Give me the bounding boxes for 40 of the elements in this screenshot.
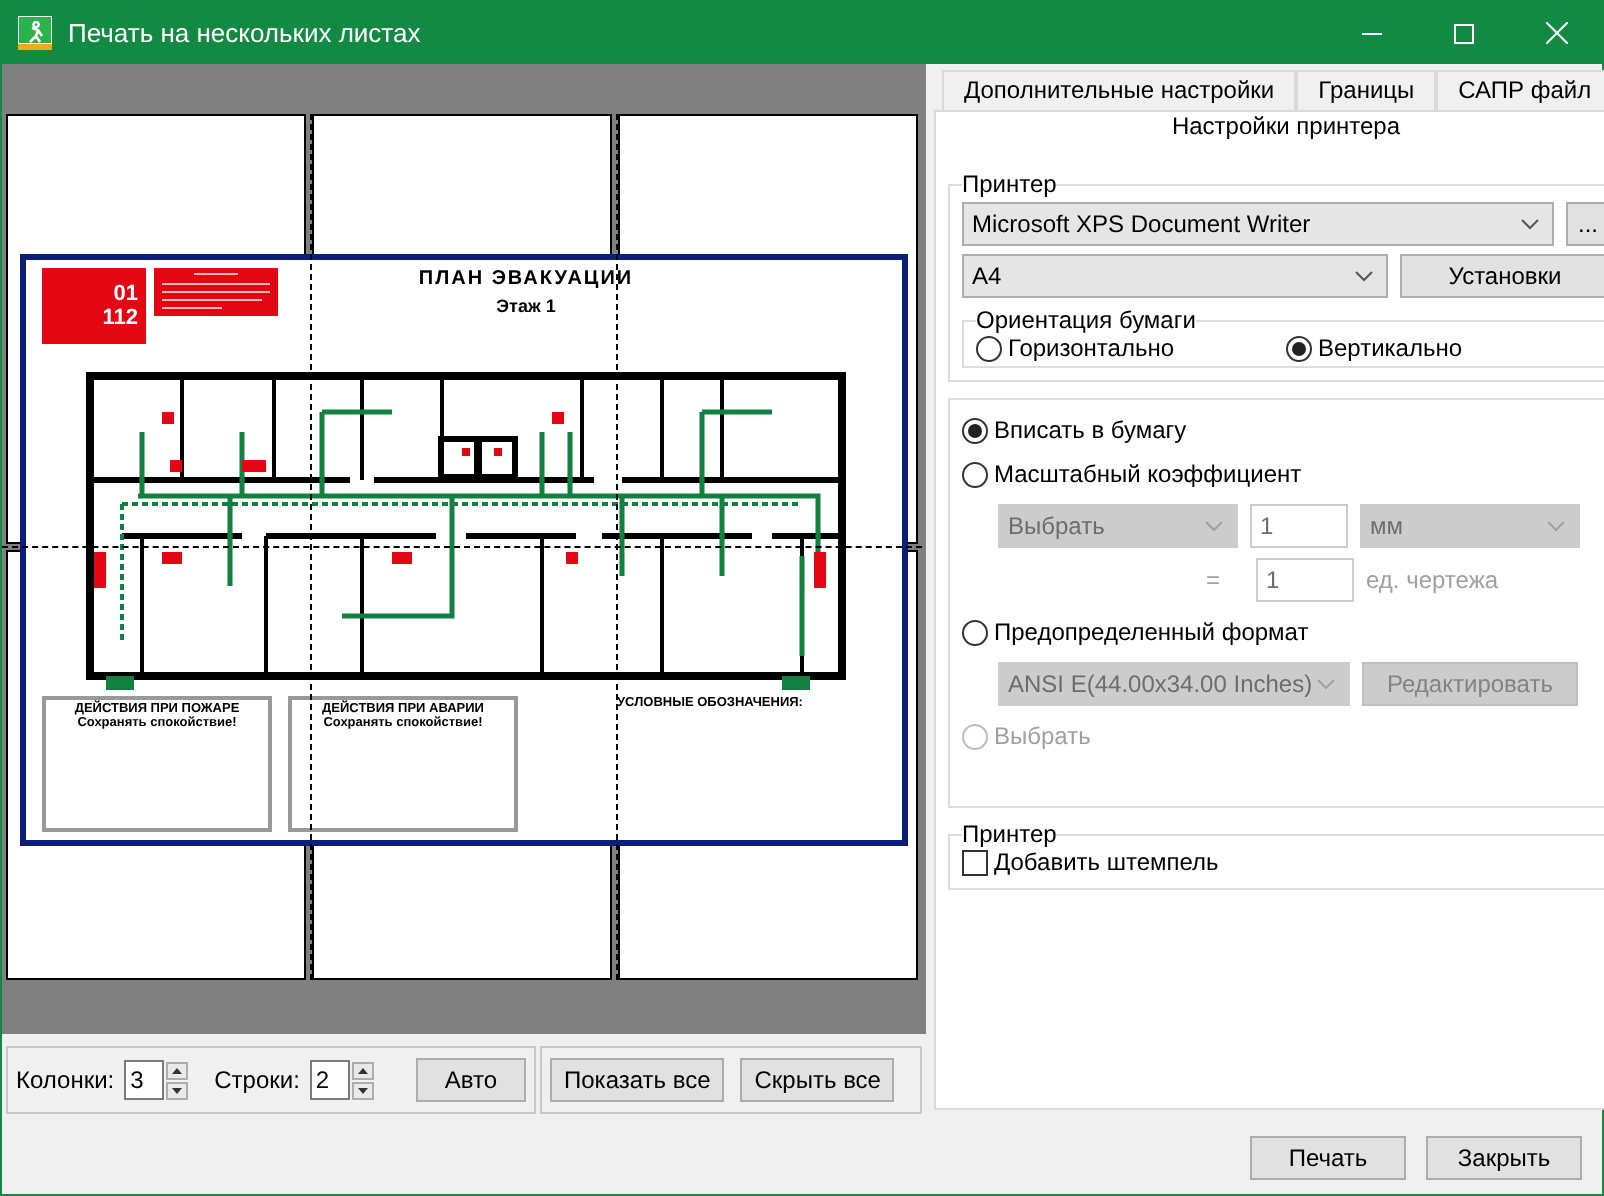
tab[interactable]: Дополнительные настройки xyxy=(942,70,1297,110)
tab[interactable]: Настройки принтера xyxy=(934,110,1604,146)
group-label: Принтер xyxy=(962,820,1057,848)
window-title: Печать на нескольких листах xyxy=(68,18,423,48)
equals-sign: = xyxy=(1206,566,1221,594)
emergency-phone-box: 01 112 xyxy=(42,268,146,344)
tab[interactable]: САПР файл xyxy=(1436,70,1604,110)
floor-label: Этаж 1 xyxy=(496,296,556,316)
columns-label: Колонки: xyxy=(16,1066,115,1094)
drawing-units-label: ед. чертежа xyxy=(1366,566,1499,594)
auto-button[interactable]: Авто xyxy=(415,1058,526,1102)
radio-button[interactable]: Вертикально xyxy=(1286,334,1596,362)
chevron-icon xyxy=(1354,270,1374,282)
stamp-checkbox[interactable]: Добавить штемпель xyxy=(962,848,1604,876)
rows-field[interactable]: 2 xyxy=(309,1060,350,1100)
rows-label: Строки: xyxy=(214,1066,300,1094)
radio-button[interactable]: Вписать в бумагу xyxy=(962,416,1187,444)
show-all-button[interactable]: Показать все xyxy=(550,1058,725,1102)
chevron-icon xyxy=(1546,520,1566,532)
tab[interactable]: Границы xyxy=(1296,70,1437,110)
printer-select[interactable]: Microsoft XPS Document Writer xyxy=(962,202,1554,246)
setup-button[interactable]: Установки xyxy=(1400,254,1604,298)
chevron-icon xyxy=(1316,678,1336,690)
chevron-icon xyxy=(1520,218,1540,230)
columns-field[interactable]: 3 xyxy=(124,1060,165,1100)
group-label: Ориентация бумаги xyxy=(976,306,1196,334)
group-label: Принтер xyxy=(962,170,1057,198)
hide-all-button[interactable]: Скрыть все xyxy=(740,1058,895,1102)
paper-size-select[interactable]: A4 xyxy=(962,254,1388,298)
dialog-button[interactable]: Закрыть xyxy=(1426,1136,1582,1180)
radio-button[interactable]: Масштабный коэффициент xyxy=(962,460,1302,488)
radio-button[interactable]: Предопределенный формат xyxy=(962,618,1309,646)
chevron-icon xyxy=(1204,520,1224,532)
dialog-button[interactable]: Печать xyxy=(1250,1136,1406,1180)
more-button[interactable]: ... xyxy=(1566,202,1604,246)
exit-sign-icon xyxy=(18,16,52,50)
spinner-arrows[interactable] xyxy=(166,1061,189,1099)
radio-button[interactable]: Горизонтально xyxy=(976,334,1286,362)
plan-title: ПЛАН ЭВАКУАЦИИ xyxy=(418,268,634,290)
spinner-arrows[interactable] xyxy=(351,1061,374,1099)
